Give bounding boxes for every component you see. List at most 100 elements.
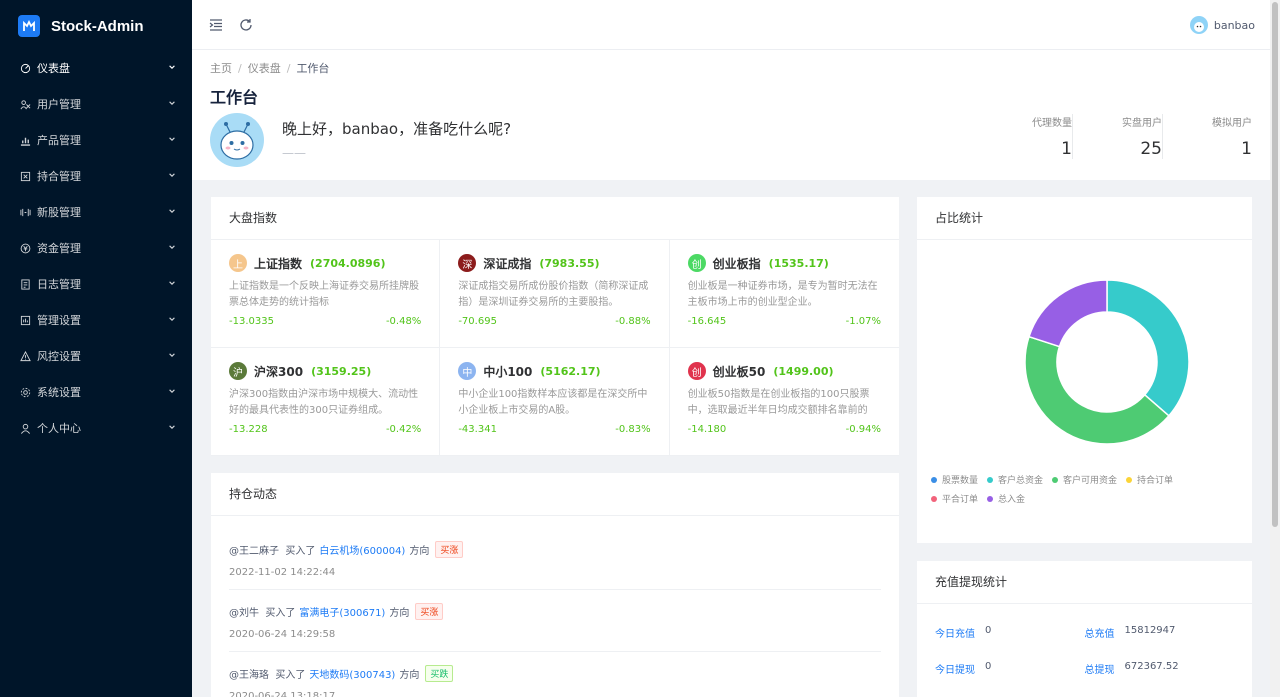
pie-slice-2[interactable] — [1024, 335, 1170, 445]
stock-link[interactable]: 白云机场(600004) — [319, 542, 405, 557]
sidebar-item-5[interactable]: 资金管理 — [0, 230, 192, 266]
index-cell[interactable]: 中中小100 (5162.17) 中小企业100指数样本应该都是在深交所中小企业板上… — [440, 348, 670, 456]
funds-label-link[interactable]: 总提现 — [1085, 661, 1115, 676]
feed-user: @刘牛 — [229, 608, 259, 619]
box-icon — [19, 170, 31, 182]
list-item: @王二麻子 买入了 白云机场(600004) 方向 买涨 2022-11-02 14:2… — [229, 528, 881, 590]
ratio-card: 占比统计 股票数量 客户总资金 客户可用资金 持合订单 平合订单 总入金 — [917, 197, 1252, 543]
index-cell[interactable]: 深深证成指 (7983.55) 深证成指交易所成份股价指数（简称深证成指）是深圳证券… — [440, 240, 670, 348]
pie-slice-5[interactable] — [1028, 279, 1108, 348]
sidebar-item-label: 产品管理 — [37, 134, 81, 147]
sidebar-item-0[interactable]: 仪表盘 — [0, 50, 192, 86]
index-cell[interactable]: 创创业板指 (1535.17) 创业板是一种证券市场，是专为暂时无法在主板市场上市的… — [669, 240, 899, 348]
sidebar-item-2[interactable]: 产品管理 — [0, 122, 192, 158]
sidebar-item-8[interactable]: 风控设置 — [0, 338, 192, 374]
legend-item[interactable]: 持合订单 — [1126, 473, 1173, 486]
stat-agents: 代理数量 1 — [982, 114, 1072, 159]
chevron-down-icon[interactable] — [168, 279, 178, 289]
stock-link[interactable]: 天地数码(300743) — [309, 666, 395, 681]
menu-fold-icon[interactable] — [208, 17, 224, 33]
sidebar-item-label: 用户管理 — [37, 98, 81, 111]
legend-item[interactable]: 股票数量 — [931, 473, 978, 486]
user-menu[interactable]: banbao — [1189, 16, 1255, 34]
sidebar-item-1[interactable]: 用户管理 — [0, 86, 192, 122]
sidebar-item-label: 资金管理 — [37, 242, 81, 255]
index-name: 上证指数 — [254, 256, 303, 271]
chevron-down-icon[interactable] — [168, 135, 178, 145]
chart-legend: 股票数量 客户总资金 客户可用资金 持合订单平合订单 总入金 — [917, 473, 1252, 511]
chevron-down-icon[interactable] — [168, 315, 178, 325]
sidebar-item-9[interactable]: 系统设置 — [0, 374, 192, 410]
funds-label-link[interactable]: 今日提现 — [935, 661, 975, 676]
scrollbar-thumb[interactable] — [1272, 2, 1278, 527]
legend-marker — [931, 495, 937, 502]
chevron-down-icon[interactable] — [168, 423, 178, 433]
sidebar-item-6[interactable]: 日志管理 — [0, 266, 192, 302]
user-icon — [19, 422, 31, 434]
user-avatar-large — [210, 113, 264, 167]
chevron-down-icon[interactable] — [168, 171, 178, 181]
funds-value: 15812947 — [1124, 625, 1176, 636]
index-cell[interactable]: 创创业板50 (1499.00) 创业板50指数是在创业板指的100只股票中，选取最… — [669, 348, 899, 456]
users-icon — [19, 98, 31, 110]
top-header: banbao — [192, 0, 1270, 50]
index-change: -70.695 — [458, 316, 497, 327]
index-change: -43.341 — [458, 424, 497, 435]
sidebar-item-4[interactable]: 新股管理 — [0, 194, 192, 230]
direction-tag: 买涨 — [435, 541, 464, 558]
card-title: 充值提现统计 — [917, 561, 1252, 604]
refresh-icon[interactable] — [238, 17, 254, 33]
legend-label: 总入金 — [998, 495, 1026, 505]
index-change: -13.0335 — [229, 316, 274, 327]
stat-real-users: 实盘用户 25 — [1072, 114, 1162, 159]
index-description: 上证指数是一个反映上海证券交易所挂牌股票总体走势的统计指标 — [229, 281, 419, 308]
chevron-down-icon[interactable] — [168, 243, 178, 253]
sidebar-item-label: 个人中心 — [37, 422, 81, 435]
market-index-card: 大盘指数 上上证指数 (2704.0896) 上证指数是一个反映上海证券交易所挂牌股… — [211, 197, 899, 456]
legend-marker — [931, 476, 937, 483]
index-description: 创业板是一种证券市场，是专为暂时无法在主板市场上市的创业型企业。 — [687, 281, 878, 308]
pie-slice-1[interactable] — [1106, 279, 1190, 417]
feed-time: 2022-11-02 14:22:44 — [229, 567, 336, 578]
app-title: Stock-Admin — [51, 17, 144, 35]
sidebar-item-10[interactable]: 个人中心 — [0, 410, 192, 446]
chevron-down-icon[interactable] — [168, 99, 178, 109]
chevron-down-icon[interactable] — [168, 387, 178, 397]
legend-item[interactable]: 客户可用资金 — [1052, 473, 1117, 486]
funds-label-link[interactable]: 今日充值 — [935, 625, 975, 640]
funds-label-link[interactable]: 总充值 — [1085, 625, 1115, 640]
logo-icon — [18, 15, 40, 37]
index-cell[interactable]: 沪沪深300 (3159.25) 沪深300指数由沪深市场中规模大、流动性好的最具代… — [211, 348, 441, 456]
breadcrumb-home[interactable]: 主页 — [210, 62, 232, 75]
chevron-down-icon[interactable] — [168, 207, 178, 217]
index-cell[interactable]: 上上证指数 (2704.0896) 上证指数是一个反映上海证券交易所挂牌股票总体走势… — [211, 240, 441, 348]
chevron-down-icon[interactable] — [168, 351, 178, 361]
sidebar-item-7[interactable]: 管理设置 — [0, 302, 192, 338]
legend-label: 持合订单 — [1137, 476, 1174, 486]
card-title: 大盘指数 — [211, 197, 899, 240]
stock-link[interactable]: 富满电子(300671) — [299, 604, 385, 619]
legend-label: 客户可用资金 — [1063, 476, 1118, 486]
index-change: -13.228 — [229, 424, 268, 435]
legend-item[interactable]: 平合订单 — [931, 492, 978, 505]
sidebar-item-3[interactable]: 持合管理 — [0, 158, 192, 194]
list-item: @王海珞 买入了 天地数码(300743) 方向 买跌 2020-06-24 13:18… — [229, 652, 881, 697]
index-name: 沪深300 — [254, 364, 304, 379]
direction-tag: 买涨 — [415, 603, 444, 620]
index-badge-icon: 深 — [458, 254, 477, 272]
brand[interactable]: Stock-Admin — [0, 0, 192, 52]
index-value: (1499.00) — [773, 364, 834, 378]
sidebar-item-label: 系统设置 — [37, 386, 81, 399]
feed-action: 买入了 — [285, 546, 316, 557]
page-title: 工作台 — [210, 88, 259, 107]
breadcrumb-dashboard[interactable]: 仪表盘 — [248, 62, 281, 75]
index-value: (5162.17) — [540, 364, 601, 378]
legend-item[interactable]: 客户总资金 — [987, 473, 1043, 486]
page-scrollbar[interactable] — [1270, 0, 1280, 697]
chevron-down-icon[interactable] — [168, 63, 178, 73]
feed-user: @王二麻子 — [229, 546, 279, 557]
legend-item[interactable]: 总入金 — [987, 492, 1025, 505]
index-badge-icon: 创 — [687, 254, 706, 272]
greeting-subtext: —— — [282, 146, 306, 160]
settings-panel-icon — [19, 314, 31, 326]
